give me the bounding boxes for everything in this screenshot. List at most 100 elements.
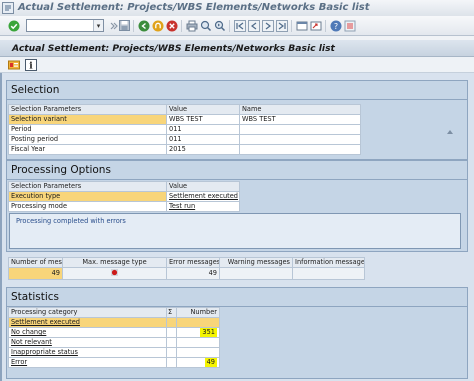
- table-row[interactable]: Execution type Settlement executed: [8, 191, 240, 202]
- help-icon[interactable]: ?: [329, 19, 342, 32]
- column-header[interactable]: Warning messages: [219, 257, 293, 268]
- sum-cell: [166, 347, 177, 358]
- execution-type-link[interactable]: Settlement executed: [169, 193, 238, 201]
- shortcut-icon[interactable]: [309, 19, 322, 32]
- column-header[interactable]: Name: [239, 104, 361, 115]
- name-cell[interactable]: [239, 144, 361, 155]
- message-count-cell[interactable]: 49: [8, 267, 63, 280]
- sum-cell: [166, 327, 177, 338]
- value-cell[interactable]: WBS TEST: [166, 114, 240, 125]
- table-row[interactable]: 49 49: [8, 267, 365, 280]
- column-header[interactable]: Max. message type: [62, 257, 167, 268]
- category-cell[interactable]: Settlement executed: [8, 317, 167, 328]
- svg-text:i: i: [29, 62, 33, 72]
- find-next-icon[interactable]: [213, 19, 226, 32]
- parameter-cell[interactable]: Fiscal Year: [8, 144, 167, 155]
- first-page-icon[interactable]: [233, 19, 246, 32]
- table-row[interactable]: No change 351: [8, 327, 220, 338]
- value-cell[interactable]: Test run: [166, 201, 240, 212]
- parameter-cell[interactable]: Selection variant: [8, 114, 167, 125]
- statistics-title: Statistics: [11, 291, 59, 303]
- number-cell[interactable]: 49: [176, 357, 220, 368]
- category-link[interactable]: Error: [11, 359, 27, 367]
- table-header-row: Number of mes Max. message type Error me…: [8, 257, 365, 268]
- table-row[interactable]: Not relevant: [8, 337, 220, 348]
- save-icon[interactable]: [118, 19, 131, 32]
- info-icon[interactable]: i: [25, 59, 37, 71]
- warning-messages-cell[interactable]: [219, 267, 293, 280]
- column-header[interactable]: Number: [176, 307, 220, 318]
- parameter-cell[interactable]: Processing mode: [8, 201, 167, 212]
- column-header[interactable]: Number of mes: [8, 257, 63, 268]
- category-link[interactable]: No change: [11, 329, 46, 337]
- max-message-type-cell[interactable]: [62, 267, 167, 280]
- parameter-cell[interactable]: Execution type: [8, 191, 167, 202]
- column-header[interactable]: Error messages: [166, 257, 220, 268]
- table-row[interactable]: Settlement executed: [8, 317, 220, 328]
- number-cell[interactable]: [176, 317, 220, 328]
- exit-icon[interactable]: [151, 19, 164, 32]
- number-cell[interactable]: [176, 337, 220, 348]
- window-title: Actual Settlement: Projects/WBS Elements…: [18, 2, 370, 13]
- name-cell[interactable]: [239, 134, 361, 145]
- column-header[interactable]: Value: [166, 181, 240, 192]
- category-cell[interactable]: Error: [8, 357, 167, 368]
- table-row[interactable]: Fiscal Year 2015: [8, 144, 361, 155]
- category-link[interactable]: Settlement executed: [11, 319, 80, 327]
- basic-list-content: Selection Selection Parameters Value Nam…: [0, 73, 474, 381]
- value-cell[interactable]: 011: [166, 124, 240, 135]
- selection-section: Selection Selection Parameters Value Nam…: [6, 80, 468, 160]
- cancel-icon[interactable]: [165, 19, 178, 32]
- next-page-icon[interactable]: [261, 19, 274, 32]
- new-session-icon[interactable]: [295, 19, 308, 32]
- column-header[interactable]: Selection Parameters: [8, 181, 167, 192]
- last-page-icon[interactable]: [275, 19, 288, 32]
- processing-mode-link[interactable]: Test run: [169, 203, 195, 211]
- table-row[interactable]: Period 011: [8, 124, 361, 135]
- column-header[interactable]: Information messages: [292, 257, 365, 268]
- table-row[interactable]: Inappropriate status: [8, 347, 220, 358]
- selection-table: Selection Parameters Value Name Selectio…: [8, 104, 361, 155]
- settlement-detail-icon[interactable]: [8, 59, 20, 71]
- highlighted-number: 49: [204, 358, 217, 367]
- table-header-row: Selection Parameters Value Name: [8, 104, 361, 115]
- name-cell[interactable]: WBS TEST: [239, 114, 361, 125]
- processing-options-section: Processing Options Selection Parameters …: [6, 160, 468, 252]
- find-icon[interactable]: [199, 19, 212, 32]
- chevron-down-icon[interactable]: ▾: [93, 20, 103, 31]
- value-cell[interactable]: 011: [166, 134, 240, 145]
- column-header[interactable]: Selection Parameters: [8, 104, 167, 115]
- enter-icon[interactable]: [7, 19, 20, 32]
- previous-page-icon[interactable]: [247, 19, 260, 32]
- command-field[interactable]: ▾: [26, 19, 104, 32]
- sum-icon[interactable]: Σ: [166, 307, 177, 318]
- parameter-cell[interactable]: Posting period: [8, 134, 167, 145]
- name-cell[interactable]: [239, 124, 361, 135]
- value-cell[interactable]: 2015: [166, 144, 240, 155]
- column-header[interactable]: Processing category: [8, 307, 167, 318]
- information-messages-cell[interactable]: [292, 267, 365, 280]
- number-cell[interactable]: [176, 347, 220, 358]
- category-link[interactable]: Not relevant: [11, 339, 52, 347]
- customize-layout-icon[interactable]: [343, 19, 356, 32]
- toolbar-separator: [325, 20, 326, 32]
- number-cell[interactable]: 351: [176, 327, 220, 338]
- back-icon[interactable]: [137, 19, 150, 32]
- table-row[interactable]: Processing mode Test run: [8, 201, 240, 212]
- category-cell[interactable]: Inappropriate status: [8, 347, 167, 358]
- table-row[interactable]: Selection variant WBS TEST WBS TEST: [8, 114, 361, 125]
- table-row[interactable]: Error 49: [8, 357, 220, 368]
- screen-title: Actual Settlement: Projects/WBS Elements…: [12, 43, 335, 54]
- category-link[interactable]: Inappropriate status: [11, 349, 78, 357]
- sort-marker-icon[interactable]: [445, 127, 454, 136]
- category-cell[interactable]: No change: [8, 327, 167, 338]
- table-row[interactable]: Posting period 011: [8, 134, 361, 145]
- toolbar-separator: [229, 20, 230, 32]
- category-cell[interactable]: Not relevant: [8, 337, 167, 348]
- value-cell[interactable]: Settlement executed: [166, 191, 240, 202]
- system-toolbar: ▾ ?: [0, 16, 474, 36]
- error-messages-cell[interactable]: 49: [166, 267, 220, 280]
- parameter-cell[interactable]: Period: [8, 124, 167, 135]
- print-icon[interactable]: [185, 19, 198, 32]
- column-header[interactable]: Value: [166, 104, 240, 115]
